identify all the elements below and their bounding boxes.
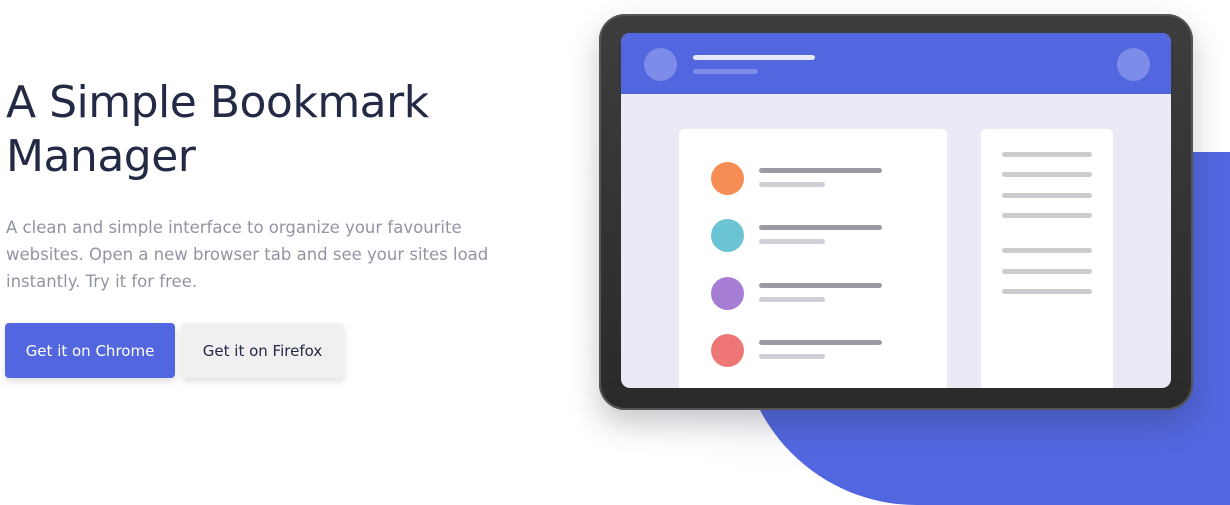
get-chrome-button[interactable]: Get it on Chrome (5, 323, 175, 378)
mock-bookmark-sub-line (759, 182, 825, 187)
tablet-screen (621, 33, 1171, 388)
mock-bookmark-title-line (759, 168, 882, 173)
hero-section: A Simple Bookmark Manager A clean and si… (0, 0, 1230, 505)
mock-sidebar-line (1002, 269, 1092, 274)
hero-description: A clean and simple interface to organize… (6, 218, 489, 291)
mock-sidebar-line (1002, 248, 1092, 253)
mock-bookmark-title-line (759, 283, 882, 288)
mock-bookmark-sub-line (759, 239, 825, 244)
bookmark-dot-icon (711, 334, 744, 367)
mock-subtitle-line (693, 69, 758, 74)
mock-bookmark-item (711, 162, 911, 196)
mock-bookmark-sub-line (759, 297, 825, 302)
mock-sidebar-line (1002, 152, 1092, 157)
mock-sidebar-line (1002, 193, 1092, 198)
mock-menu-circle (1117, 48, 1150, 81)
mock-bookmark-title-line (759, 340, 882, 345)
get-firefox-button[interactable]: Get it on Firefox (181, 323, 344, 378)
mock-sidebar-line (1002, 289, 1092, 294)
bookmark-dot-icon (711, 162, 744, 195)
mock-title-line (693, 55, 815, 60)
tablet-illustration (599, 14, 1193, 410)
mock-bookmark-item (711, 219, 911, 253)
mock-bookmark-item (711, 277, 911, 311)
mock-avatar (644, 48, 677, 81)
hero-title: A Simple Bookmark Manager (6, 77, 429, 182)
mock-bookmark-title-line (759, 225, 882, 230)
mock-bookmark-list (679, 129, 947, 388)
mock-bookmark-item (711, 334, 911, 368)
bookmark-dot-icon (711, 277, 744, 310)
mock-sidebar-panel (981, 129, 1113, 388)
mock-sidebar-line (1002, 172, 1092, 177)
mock-sidebar-line (1002, 213, 1092, 218)
bookmark-dot-icon (711, 219, 744, 252)
mock-app-header (621, 33, 1171, 94)
mock-bookmark-sub-line (759, 354, 825, 359)
